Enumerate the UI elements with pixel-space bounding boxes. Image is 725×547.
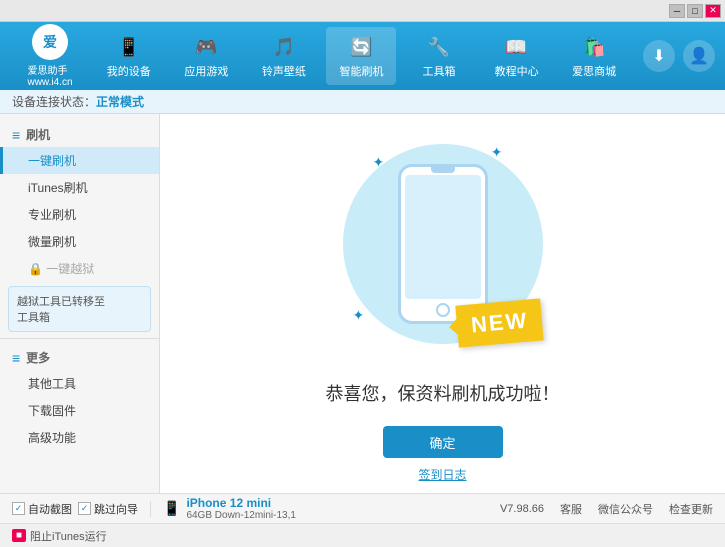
nav-items: 📱 我的设备 🎮 应用游戏 🎵 铃声壁纸 🔄 智能刷机 🔧 工具箱 📖 教程中心… — [90, 27, 633, 85]
logo-text: 爱思助手 www.i4.cn — [27, 62, 72, 88]
title-bar: ─ □ ✕ — [0, 0, 725, 22]
more-section-icon: ≡ — [12, 350, 20, 366]
phone-notch — [431, 167, 455, 173]
smart-shop-label: 智能刷机 — [339, 63, 383, 79]
sidebar-divider — [0, 338, 159, 339]
logo-letter: 爱 — [43, 32, 57, 52]
nav-right-buttons: ⬇ 👤 — [643, 40, 715, 72]
nav-apps-games[interactable]: 🎮 应用游戏 — [171, 27, 241, 85]
nav-toolbox[interactable]: 🔧 工具箱 — [404, 27, 474, 85]
sidebar-more-header: ≡ 更多 — [0, 345, 159, 370]
sidebar-flash-header: ≡ 刷机 — [0, 122, 159, 147]
shop-icon: 🛍️ — [580, 33, 608, 61]
skip-wizard-checkbox[interactable]: ✓ 跳过向导 — [78, 501, 138, 517]
phone-home-button — [436, 303, 450, 317]
check-update-link[interactable]: 检查更新 — [669, 501, 713, 517]
nav-shop[interactable]: 🛍️ 爱思商城 — [559, 27, 629, 85]
sidebar-item-one-key-flash[interactable]: 一键刷机 — [0, 147, 159, 174]
sparkle-3: ✦ — [353, 307, 365, 324]
toolbox-label: 工具箱 — [423, 63, 456, 79]
bottom-left: ✓ 自动截图 ✓ 跳过向导 📱 iPhone 12 mini 64GB Down… — [12, 496, 296, 521]
sidebar-item-download-fw[interactable]: 下载固件 — [0, 397, 159, 424]
window-controls: ─ □ ✕ — [669, 4, 721, 18]
bottom-right: V7.98.66 客服 微信公众号 检查更新 — [500, 501, 713, 517]
top-navigation: 爱 爱思助手 www.i4.cn 📱 我的设备 🎮 应用游戏 🎵 铃声壁纸 🔄 … — [0, 22, 725, 90]
tutorial-label: 教程中心 — [495, 63, 539, 79]
sidebar-item-micro-flash[interactable]: 微量刷机 — [0, 228, 159, 255]
flash-section-label: 刷机 — [26, 126, 50, 143]
nav-smart-shop[interactable]: 🔄 智能刷机 — [326, 27, 396, 85]
sidebar-item-pro-flash[interactable]: 专业刷机 — [0, 201, 159, 228]
logo-icon: 爱 — [32, 24, 68, 60]
success-message: 恭喜您，保资料刷机成功啦！ — [326, 380, 560, 406]
smart-shop-icon: 🔄 — [347, 33, 375, 61]
minimize-button[interactable]: ─ — [669, 4, 685, 18]
content-area: ✦ ✦ ✦ NEW 恭喜您，保资料刷机成功啦！ 确定 签到日志 — [160, 114, 725, 493]
separator — [150, 501, 151, 517]
customer-service-link[interactable]: 客服 — [560, 501, 582, 517]
sidebar-item-advanced[interactable]: 高级功能 — [0, 424, 159, 451]
new-badge: NEW — [457, 302, 542, 344]
confirm-button[interactable]: 确定 — [383, 426, 503, 458]
ringtones-icon: 🎵 — [270, 33, 298, 61]
phone-screen — [405, 175, 481, 299]
shop-label: 爱思商城 — [572, 63, 616, 79]
status-label: 设备连接状态： — [12, 93, 96, 110]
logo: 爱 爱思助手 www.i4.cn — [10, 24, 90, 88]
device-name: iPhone 12 mini — [186, 496, 296, 510]
more-section-label: 更多 — [26, 349, 50, 366]
sparkle-2: ✦ — [491, 144, 503, 161]
nav-my-device[interactable]: 📱 我的设备 — [94, 27, 164, 85]
my-device-label: 我的设备 — [107, 63, 151, 79]
bottom-area: ✓ 自动截图 ✓ 跳过向导 📱 iPhone 12 mini 64GB Down… — [0, 493, 725, 523]
sidebar-notice: 越狱工具已转移至 工具箱 — [8, 286, 151, 332]
ringtones-label: 铃声壁纸 — [262, 63, 306, 79]
download-button[interactable]: ⬇ — [643, 40, 675, 72]
flash-section-icon: ≡ — [12, 127, 20, 143]
phone-illustration: ✦ ✦ ✦ NEW — [333, 124, 553, 364]
sidebar: ≡ 刷机 一键刷机 iTunes刷机 专业刷机 微量刷机 🔒 一键越狱 越狱工具… — [0, 114, 160, 493]
tutorial-icon: 📖 — [503, 33, 531, 61]
maximize-button[interactable]: □ — [687, 4, 703, 18]
wechat-link[interactable]: 微信公众号 — [598, 501, 653, 517]
stop-itunes-label: 阻止iTunes运行 — [30, 528, 107, 544]
auto-screenshot-checkbox[interactable]: ✓ 自动截图 — [12, 501, 72, 517]
main-area: ≡ 刷机 一键刷机 iTunes刷机 专业刷机 微量刷机 🔒 一键越狱 越狱工具… — [0, 114, 725, 493]
daily-link[interactable]: 签到日志 — [418, 466, 466, 483]
new-ribbon-text: NEW — [456, 298, 545, 347]
apps-games-label: 应用游戏 — [184, 63, 228, 79]
stop-itunes-button[interactable]: ■ — [12, 529, 26, 542]
phone-body — [398, 164, 488, 324]
my-device-icon: 📱 — [115, 33, 143, 61]
device-info: 📱 iPhone 12 mini 64GB Down-12mini-13,1 — [163, 496, 296, 521]
close-button[interactable]: ✕ — [705, 4, 721, 18]
sidebar-item-other-tools[interactable]: 其他工具 — [0, 370, 159, 397]
user-button[interactable]: 👤 — [683, 40, 715, 72]
apps-games-icon: 🎮 — [192, 33, 220, 61]
device-icon: 📱 — [163, 500, 180, 517]
toolbox-icon: 🔧 — [425, 33, 453, 61]
auto-screenshot-check-box: ✓ — [12, 502, 25, 515]
bottom-status-bar: ■ 阻止iTunes运行 — [0, 523, 725, 547]
itunes-status: ■ 阻止iTunes运行 — [12, 528, 107, 544]
status-bar: 设备连接状态： 正常模式 — [0, 90, 725, 114]
phone-device — [398, 164, 488, 324]
sidebar-item-itunes-flash[interactable]: iTunes刷机 — [0, 174, 159, 201]
skip-wizard-check-box: ✓ — [78, 502, 91, 515]
sidebar-item-jailbreak-disabled: 🔒 一键越狱 — [0, 255, 159, 282]
sparkle-1: ✦ — [373, 154, 385, 171]
nav-tutorial[interactable]: 📖 教程中心 — [482, 27, 552, 85]
nav-ringtones[interactable]: 🎵 铃声壁纸 — [249, 27, 319, 85]
device-detail: 64GB Down-12mini-13,1 — [186, 510, 296, 521]
status-value: 正常模式 — [96, 93, 144, 110]
